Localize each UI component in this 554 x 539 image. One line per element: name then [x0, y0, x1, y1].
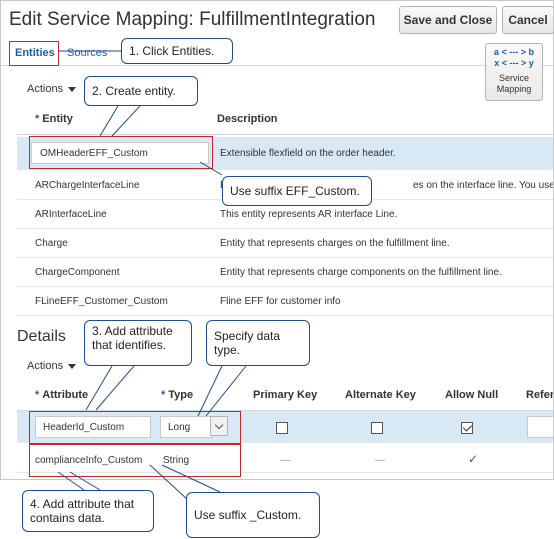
entity-name: ARInterfaceLine	[35, 209, 107, 220]
entity-description: This entity represents AR interface Line…	[220, 209, 398, 220]
details-actions-menu[interactable]: Actions	[27, 360, 77, 372]
tab-sources[interactable]: Sources	[67, 47, 107, 59]
actions-label: Actions	[27, 83, 64, 95]
entity-name: ARChargeInterfaceLine	[35, 180, 140, 191]
alternate-key-column-header[interactable]: Alternate Key	[345, 389, 416, 401]
table-row[interactable]: ChargeComponent Entity that represents c…	[17, 258, 553, 287]
allow-null-checkbox[interactable]	[461, 422, 473, 434]
alternate-key-checkbox[interactable]	[371, 422, 383, 434]
type-column-header[interactable]: * Type	[161, 389, 193, 401]
caret-down-icon	[68, 363, 77, 369]
service-mapping-label: Service Mapping	[496, 73, 532, 94]
alternate-key-empty: —	[375, 455, 385, 466]
reference-column-header[interactable]: Refer	[526, 389, 553, 401]
cancel-button[interactable]: Cancel	[502, 6, 553, 34]
callout-use-suffix-custom: Use suffix _Custom.	[186, 492, 320, 538]
entity-description: Extensible flexfield on the order header…	[220, 148, 396, 159]
entity-description: Fline EFF for customer info	[220, 296, 341, 307]
callout-specify-data-type: Specify data type.	[206, 320, 310, 366]
primary-key-empty: —	[280, 455, 290, 466]
allow-null-column-header[interactable]: Allow Null	[445, 389, 498, 401]
mapping-icon-line1: a < --- > b	[493, 47, 534, 57]
details-table-header: * Attribute * Type Primary Key Alternate K…	[17, 381, 553, 411]
callout-add-data-attribute: 4. Add attribute that contains data.	[22, 490, 154, 532]
callout-create-entity: 2. Create entity.	[84, 76, 198, 106]
table-row[interactable]: Charge Entity that represents charges on…	[17, 229, 553, 258]
service-mapping-window: Edit Service Mapping: FulfillmentIntegra…	[0, 0, 554, 480]
entity-column-header[interactable]: * Entity	[35, 113, 73, 125]
required-icon: *	[35, 113, 40, 125]
entity-name: ChargeComponent	[35, 267, 120, 278]
callout-add-identifying-attribute: 3. Add attribute that identifies.	[84, 320, 192, 366]
attribute-column-header[interactable]: * Attribute	[35, 389, 88, 401]
entity-name: FLineEFF_Customer_Custom	[35, 296, 168, 307]
highlight-attribute-row	[29, 411, 241, 444]
page-title: Edit Service Mapping: FulfillmentIntegra…	[9, 9, 376, 30]
table-row[interactable]: FLineEFF_Customer_Custom Fline EFF for c…	[17, 287, 553, 316]
tab-divider	[1, 65, 553, 66]
required-icon: *	[161, 389, 166, 401]
highlight-entity-row	[29, 136, 213, 169]
allow-null-check-icon: ✓	[468, 452, 479, 466]
primary-key-column-header[interactable]: Primary Key	[253, 389, 317, 401]
service-mapping-button[interactable]: a < --- > b x < --- > y Service Mapping	[485, 43, 543, 101]
mapping-icon-line2: x < --- > y	[494, 58, 534, 68]
required-icon: *	[35, 389, 40, 401]
entity-description: Entity that represents charge components…	[220, 267, 502, 278]
highlight-entities-tab	[9, 41, 59, 66]
entity-name: Charge	[35, 238, 68, 249]
caret-down-icon	[68, 86, 77, 92]
details-heading: Details	[17, 328, 66, 345]
entities-table-header: * Entity Description	[17, 105, 553, 135]
description-column-header[interactable]: Description	[217, 113, 278, 125]
highlight-data-attribute-row	[29, 444, 241, 477]
entities-actions-menu[interactable]: Actions	[27, 83, 77, 95]
callout-use-suffix-eff-custom: Use suffix EFF_Custom.	[222, 176, 372, 206]
entity-description-tail: es on the interface line. You use t	[413, 180, 554, 191]
callout-click-entities: 1. Click Entities.	[121, 38, 233, 64]
save-and-close-button[interactable]: Save and Close	[399, 6, 497, 34]
entity-description: Entity that represents charges on the fu…	[220, 238, 450, 249]
primary-key-checkbox[interactable]	[276, 422, 288, 434]
reference-field[interactable]	[527, 416, 553, 438]
actions-label: Actions	[27, 360, 64, 372]
